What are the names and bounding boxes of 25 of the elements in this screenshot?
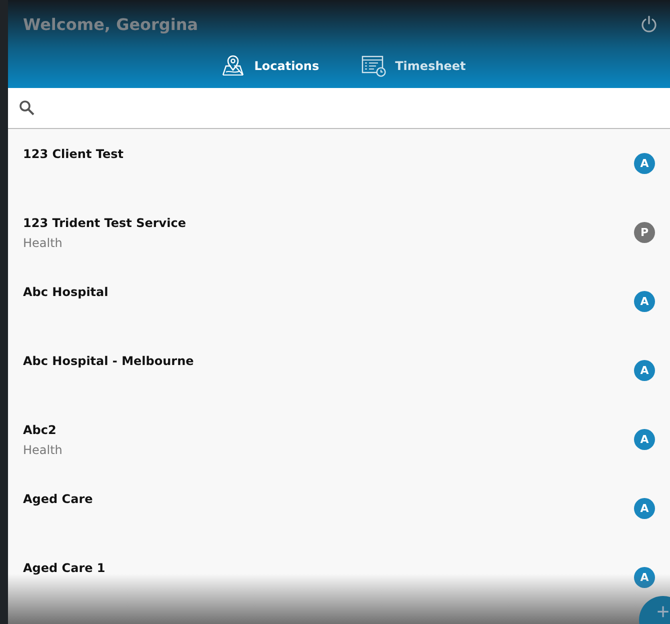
status-badge: P bbox=[634, 222, 655, 243]
location-name: Abc Hospital - Melbourne bbox=[23, 354, 194, 368]
search-icon bbox=[19, 100, 35, 116]
map-pin-icon bbox=[220, 54, 246, 78]
location-name: Aged Care bbox=[23, 492, 93, 506]
status-badge: A bbox=[634, 153, 655, 174]
timesheet-icon bbox=[361, 54, 388, 78]
location-category: Health bbox=[23, 236, 64, 250]
location-name: Aged Care 1 bbox=[23, 561, 106, 575]
status-badge: A bbox=[634, 498, 655, 519]
welcome-title: Welcome, Georgina bbox=[23, 14, 198, 34]
location-name: 123 Client Test bbox=[23, 147, 124, 161]
location-name: Abc Hospital bbox=[23, 285, 108, 299]
power-icon[interactable] bbox=[640, 15, 658, 33]
nav-tab[interactable]: Locations bbox=[218, 54, 322, 80]
location-name: Abc2 bbox=[23, 423, 58, 437]
location-name: 123 Trident Test Service bbox=[23, 216, 186, 230]
location-category: Health bbox=[23, 443, 62, 457]
status-badge: A bbox=[634, 291, 655, 312]
nav-tab[interactable]: Timesheet bbox=[359, 54, 468, 80]
status-badge: A bbox=[634, 429, 655, 450]
status-badge: A bbox=[634, 360, 655, 381]
add-button[interactable]: + bbox=[639, 596, 670, 624]
search-field[interactable] bbox=[8, 88, 670, 129]
status-badge: A bbox=[634, 567, 655, 588]
